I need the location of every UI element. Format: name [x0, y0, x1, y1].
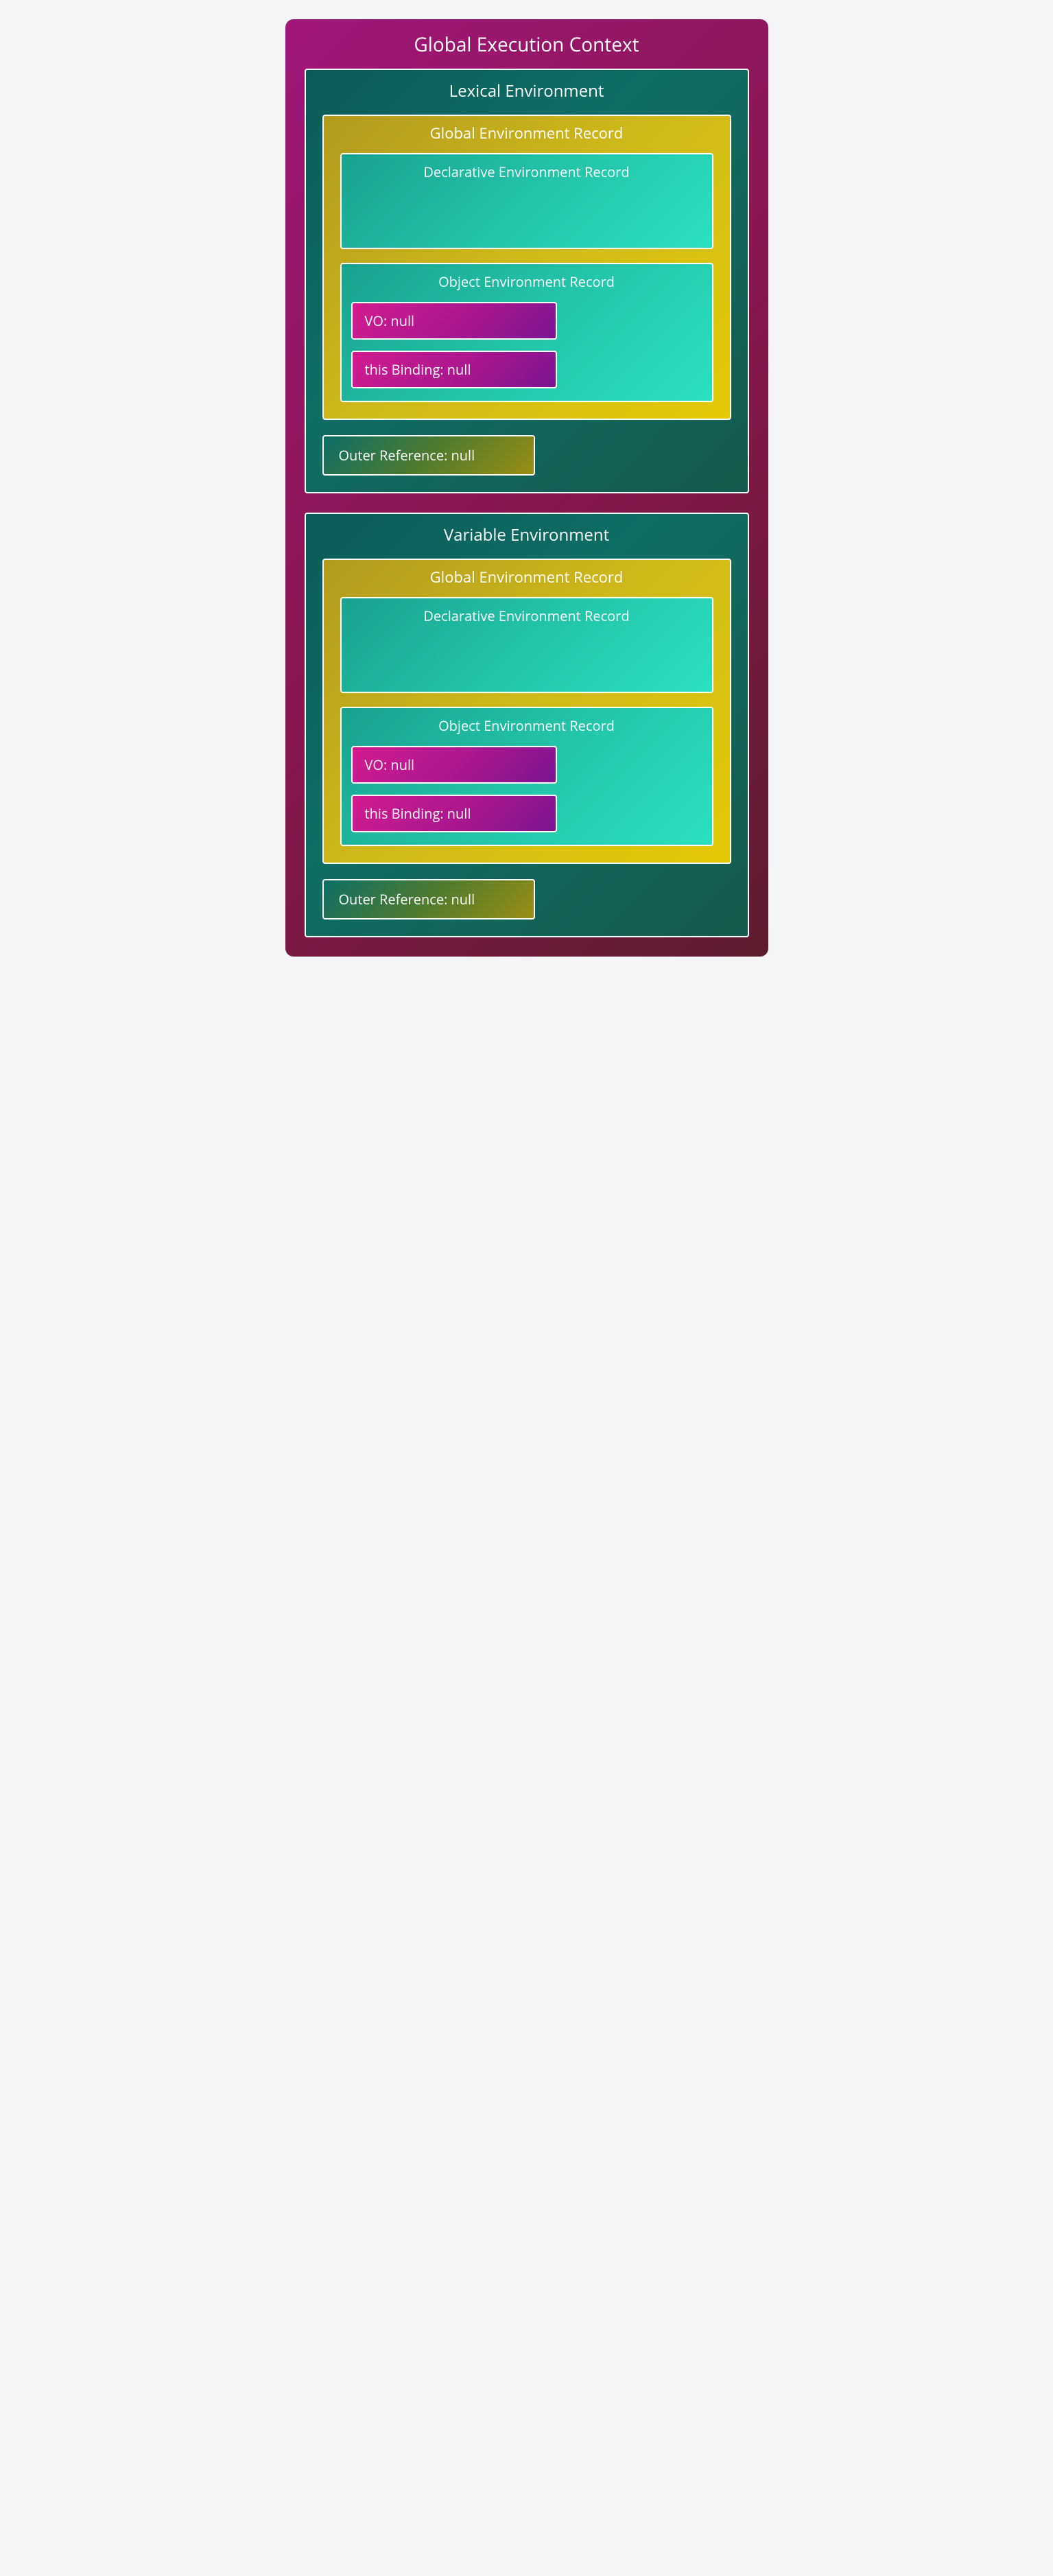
- oer-title: Object Environment Record: [351, 272, 702, 291]
- global-execution-context: Global Execution Context Lexical Environ…: [285, 19, 768, 957]
- declarative-environment-record: Declarative Environment Record: [340, 597, 713, 693]
- this-binding-value: this Binding: null: [351, 795, 557, 832]
- lexical-environment-title: Lexical Environment: [322, 80, 731, 102]
- declarative-environment-record: Declarative Environment Record: [340, 153, 713, 249]
- ger-title: Global Environment Record: [340, 123, 713, 143]
- vo-value: VO: null: [351, 302, 557, 340]
- this-binding-value: this Binding: null: [351, 351, 557, 388]
- der-title: Declarative Environment Record: [351, 607, 702, 625]
- object-environment-record: Object Environment Record VO: null this …: [340, 707, 713, 846]
- object-environment-record: Object Environment Record VO: null this …: [340, 263, 713, 402]
- diagram-canvas: Global Execution Context Lexical Environ…: [280, 14, 774, 962]
- gec-title: Global Execution Context: [305, 32, 749, 58]
- outer-reference: Outer Reference: null: [322, 879, 535, 920]
- lexical-environment: Lexical Environment Global Environment R…: [305, 69, 749, 493]
- outer-reference: Outer Reference: null: [322, 435, 535, 476]
- oer-title: Object Environment Record: [351, 716, 702, 735]
- vo-value: VO: null: [351, 746, 557, 784]
- ger-title: Global Environment Record: [340, 567, 713, 587]
- global-environment-record: Global Environment Record Declarative En…: [322, 115, 731, 420]
- variable-environment: Variable Environment Global Environment …: [305, 513, 749, 937]
- der-title: Declarative Environment Record: [351, 163, 702, 181]
- global-environment-record: Global Environment Record Declarative En…: [322, 559, 731, 864]
- variable-environment-title: Variable Environment: [322, 524, 731, 546]
